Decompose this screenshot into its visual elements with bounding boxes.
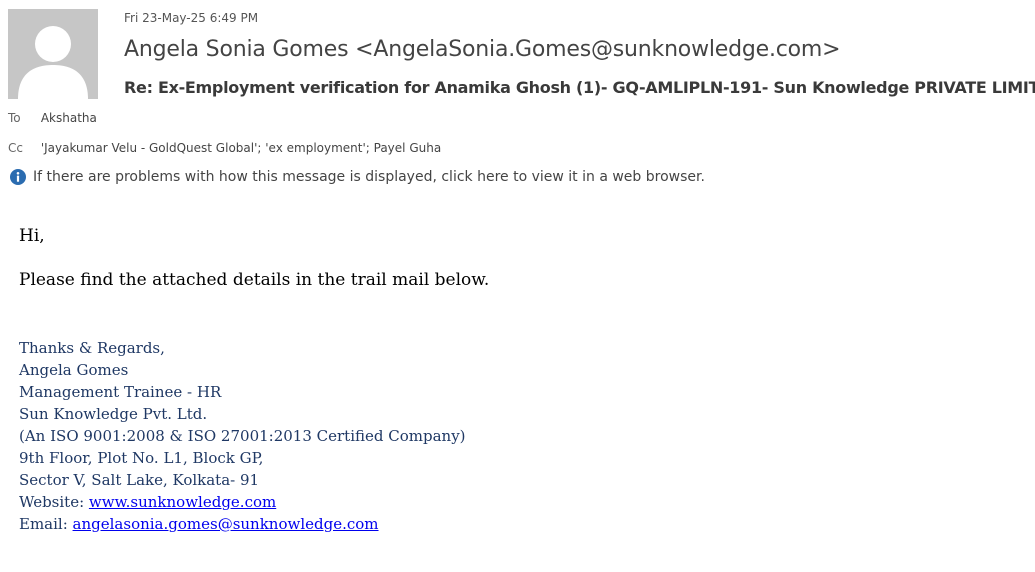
sender-name[interactable]: Angela Sonia Gomes <AngelaSonia.Gomes@su… — [124, 37, 841, 62]
signature-website-row: Website: www.sunknowledge.com — [19, 491, 466, 513]
email-signature: Thanks & Regards, Angela Gomes Managemen… — [19, 337, 466, 535]
signature-name: Angela Gomes — [19, 361, 129, 379]
to-label: To — [8, 111, 21, 125]
sender-avatar[interactable] — [8, 9, 98, 99]
cc-row: Cc 'Jayakumar Velu - GoldQuest Global'; … — [8, 141, 441, 155]
email-reading-pane: Fri 23-May-25 6:49 PM Angela Sonia Gomes… — [0, 0, 1035, 572]
display-info-bar[interactable]: If there are problems with how this mess… — [10, 169, 705, 185]
info-bar-text[interactable]: If there are problems with how this mess… — [33, 169, 705, 185]
signature-title: Management Trainee - HR — [19, 383, 222, 401]
signature-address-line2: Sector V, Salt Lake, Kolkata- 91 — [19, 471, 260, 489]
email-label: Email: — [19, 515, 73, 533]
website-label: Website: — [19, 493, 89, 511]
signature-email-row: Email: angelasonia.gomes@sunknowledge.co… — [19, 513, 466, 535]
signature-company: Sun Knowledge Pvt. Ltd. — [19, 405, 208, 423]
email-subject: Re: Ex-Employment verification for Anami… — [124, 78, 1035, 97]
signature-closing: Thanks & Regards, — [19, 339, 165, 357]
info-icon — [10, 169, 26, 185]
person-silhouette-icon — [8, 9, 98, 99]
message-text: Please find the attached details in the … — [19, 270, 490, 290]
email-link[interactable]: angelasonia.gomes@sunknowledge.com — [73, 515, 379, 533]
sent-date: Fri 23-May-25 6:49 PM — [124, 11, 259, 25]
signature-certification: (An ISO 9001:2008 & ISO 27001:2013 Certi… — [19, 427, 466, 445]
cc-label: Cc — [8, 141, 23, 155]
cc-recipients[interactable]: 'Jayakumar Velu - GoldQuest Global'; 'ex… — [41, 141, 441, 155]
website-link[interactable]: www.sunknowledge.com — [89, 493, 276, 511]
to-row: To Akshatha — [8, 111, 97, 125]
greeting: Hi, — [19, 226, 45, 246]
to-recipients[interactable]: Akshatha — [41, 111, 97, 125]
signature-address-line1: 9th Floor, Plot No. L1, Block GP, — [19, 449, 264, 467]
